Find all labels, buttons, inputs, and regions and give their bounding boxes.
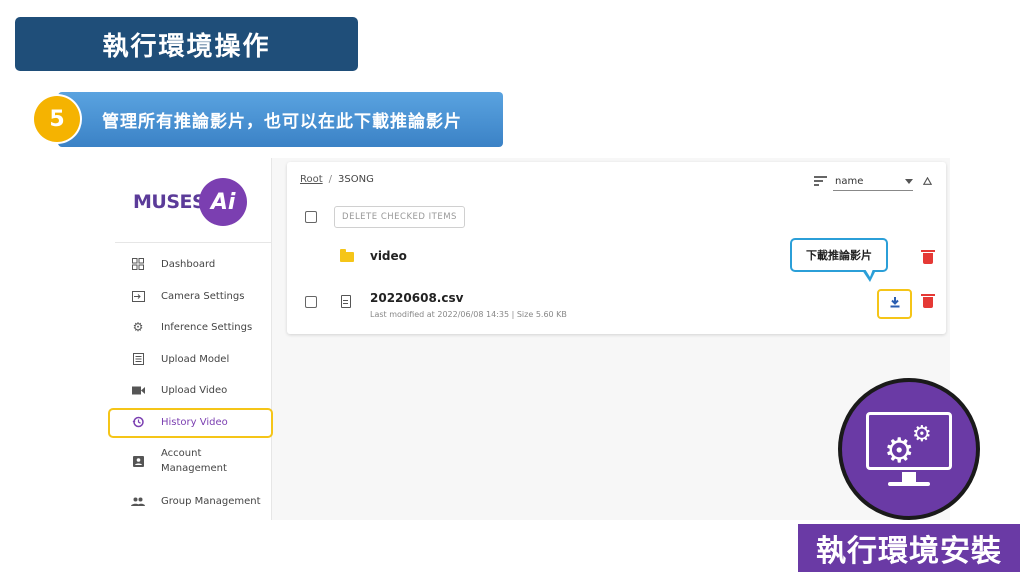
gear-icon: ⚙ (884, 431, 915, 471)
step-banner: 管理所有推論影片，也可以在此下載推論影片 (58, 92, 503, 147)
callout-tail-inner (865, 269, 873, 277)
slide-title: 執行環境操作 (15, 17, 358, 71)
breadcrumb-separator: / (328, 174, 333, 185)
download-button[interactable] (877, 289, 912, 319)
download-icon (889, 296, 901, 312)
environment-emblem: ⚙ ⚙ (838, 378, 980, 520)
video-camera-icon (115, 386, 161, 395)
sidebar-item-label: Upload Model (161, 353, 230, 365)
triangle-up-icon[interactable] (922, 176, 933, 188)
sidebar-item-dashboard[interactable]: Dashboard (115, 249, 272, 279)
gear-icon: ⚙ (912, 422, 932, 447)
delete-checked-items-button[interactable]: DELETE CHECKED ITEMS (334, 206, 465, 228)
sidebar-item-group-management[interactable]: Group Management (115, 486, 272, 516)
list-icon (115, 353, 161, 365)
sidebar-divider (115, 242, 272, 243)
sidebar-item-camera-settings[interactable]: Camera Settings (115, 281, 272, 311)
sort-select[interactable]: name (833, 174, 913, 191)
delete-file-icon[interactable] (921, 294, 935, 308)
sort-select-value: name (835, 176, 864, 187)
sidebar-item-inference-settings[interactable]: ⚙ Inference Settings (115, 312, 272, 342)
history-video-highlight (108, 408, 273, 438)
logo-text: MUSES (133, 191, 206, 213)
file-icon (341, 295, 351, 308)
file-checkbox[interactable] (305, 296, 317, 308)
sidebar: MUSES Ai Dashboard Camera Settings ⚙ Inf… (115, 158, 272, 520)
sort-controls: name (814, 174, 933, 191)
muses-ai-logo[interactable]: MUSES Ai (133, 176, 263, 228)
breadcrumb: Root / 3SONG (300, 174, 374, 185)
sidebar-item-label: Account Management (161, 446, 227, 476)
file-meta: Last modified at 2022/06/08 14:35 | Size… (370, 310, 567, 319)
monitor-stand (902, 472, 916, 482)
breadcrumb-current: 3SONG (338, 174, 374, 185)
chevron-down-icon (905, 176, 913, 187)
monitor-base (888, 482, 930, 486)
dashboard-icon (115, 258, 161, 270)
download-callout: 下載推論影片 (790, 238, 888, 272)
sort-icon (814, 176, 827, 189)
step-number-badge: 5 (34, 96, 80, 142)
breadcrumb-root-link[interactable]: Root (300, 174, 323, 185)
group-icon (115, 497, 161, 506)
sidebar-item-label-line1: Account (161, 448, 202, 459)
delete-folder-icon[interactable] (921, 250, 935, 264)
account-box-icon (115, 455, 161, 467)
sidebar-item-account-management[interactable]: Account Management (115, 444, 272, 478)
file-name[interactable]: 20220608.csv (370, 291, 463, 305)
input-icon (115, 290, 161, 302)
sidebar-item-label: Upload Video (161, 384, 228, 396)
sidebar-item-label: Group Management (161, 495, 261, 507)
sidebar-item-label: Inference Settings (161, 321, 253, 333)
environment-install-label: 執行環境安裝 (798, 524, 1020, 572)
logo-badge: Ai (199, 178, 248, 226)
sidebar-item-upload-video[interactable]: Upload Video (115, 375, 272, 405)
sidebar-item-label-line2: Management (161, 463, 227, 474)
folder-icon (340, 249, 354, 262)
sidebar-item-label: Dashboard (161, 258, 216, 270)
gear-icon: ⚙ (132, 320, 144, 334)
list-item-file[interactable]: 20220608.csv Last modified at 2022/06/08… (287, 284, 946, 324)
sidebar-item-label: Camera Settings (161, 290, 245, 302)
select-all-checkbox[interactable] (305, 211, 317, 223)
folder-name[interactable]: video (370, 249, 407, 263)
sidebar-item-upload-model[interactable]: Upload Model (115, 344, 272, 374)
